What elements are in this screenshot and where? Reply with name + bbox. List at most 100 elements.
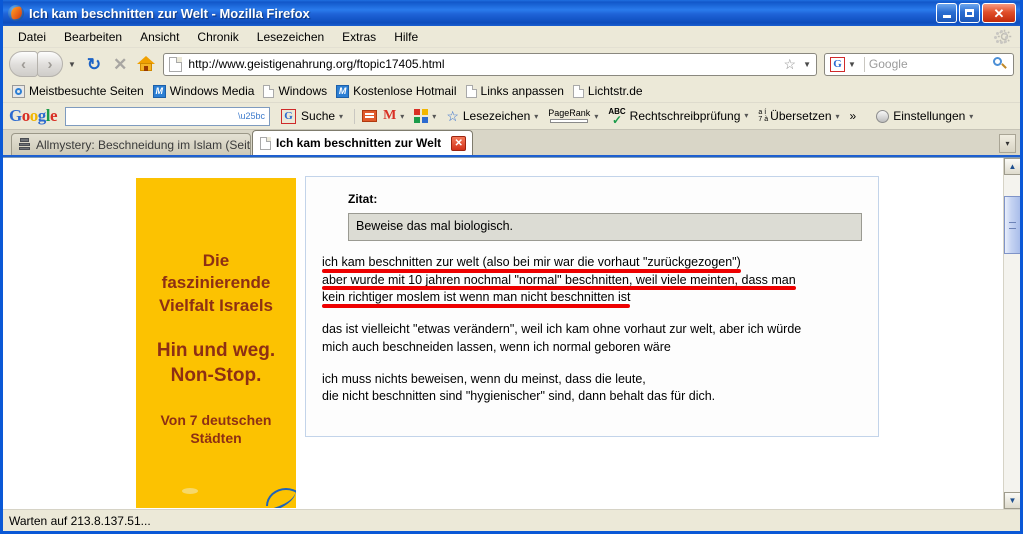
back-button[interactable]: ‹ [9,51,38,77]
star-icon: ☆ [446,107,459,124]
bookmark-windows-media[interactable]: M Windows Media [150,83,261,99]
tab-ich-kam-beschnitten-zur-welt[interactable]: Ich kam beschnitten zur Welt ✕ [252,130,474,155]
menu-bearbeiten-label: Bearbeiten [64,29,123,44]
stack-icon [19,138,31,151]
menu-extras[interactable]: Extras [333,28,385,46]
paragraph-three-line-1: ich muss nichts beweisen, wenn du meinst… [322,371,646,386]
search-input[interactable]: Google [869,57,993,71]
tab-allmystery[interactable]: Allmystery: Beschneidung im Islam (Seit.… [11,133,251,155]
google-einstellungen-button[interactable]: Einstellungen ▾ [873,109,980,123]
bookmark-label: Kostenlose Hotmail [353,84,457,98]
forward-button[interactable]: › [37,51,63,77]
close-button[interactable]: ✕ [982,3,1016,23]
chevron-down-icon[interactable]: ▾ [400,112,404,121]
ad-subheadline: Hin und weg. Non-Stop. [156,340,276,386]
menu-chronik[interactable]: Chronik [188,28,247,46]
tab-label: Allmystery: Beschneidung im Islam (Seit.… [36,137,251,152]
google-translate-button[interactable]: a í 7 à Übersetzen ▾ [755,109,846,123]
google-more-button[interactable]: » [847,109,860,123]
menu-hilfe-label: Hilfe [394,29,419,44]
scroll-down-button[interactable]: ▼ [1004,492,1020,509]
search-engine-dropdown-icon[interactable]: ▼ [848,60,856,69]
menu-chronik-label: Chronik [197,29,239,44]
toolbar-divider [354,108,356,124]
bookmark-label: Windows [278,84,328,98]
paragraph-two-line-1: das ist vielleicht "etwas verändern", we… [322,322,802,337]
vertical-scrollbar[interactable]: ▲ ▼ [1003,158,1020,509]
page-icon [260,136,271,150]
ad-footnote: Von 7 deutschen Städten [160,411,272,447]
window-controls: ✕ [936,3,1016,23]
chevron-down-icon[interactable]: ▾ [594,112,598,121]
bookmark-windows[interactable]: Windows [260,83,333,99]
chevron-down-icon[interactable]: ▾ [969,112,973,121]
google-news-button[interactable] [359,110,380,122]
menu-bearbeiten[interactable]: Bearbeiten [55,28,131,46]
bookmark-label: Meistbesuchte Seiten [29,84,144,98]
chevron-down-icon[interactable]: ▾ [836,112,840,121]
bookmark-links-anpassen[interactable]: Links anpassen [463,83,570,99]
menu-ansicht[interactable]: Ansicht [131,28,188,46]
google-search-input[interactable]: \u25bc [65,106,271,126]
search-magnifier-icon[interactable] [993,57,1007,71]
url-bar[interactable]: http://www.geistigenahrung.org/ftopic174… [163,52,817,76]
menu-bar: Datei Bearbeiten Ansicht Chronik Lesezei… [3,26,1020,48]
back-arrow-icon: ‹ [21,55,26,73]
browser-content: Die faszinierende Vielfalt Israels Hin u… [3,157,1020,509]
firefox-window: Ich kam beschnitten zur Welt - Mozilla F… [0,0,1023,534]
page-icon [465,84,477,98]
url-dropdown-icon[interactable]: ▼ [803,60,811,69]
google-suche-button[interactable]: G Suche ▾ [276,108,350,124]
bookmark-label: Links anpassen [480,84,564,98]
chevron-down-icon[interactable]: ▾ [534,112,538,121]
menu-datei[interactable]: Datei [9,28,55,46]
chevron-down-icon: ▾ [1005,139,1010,148]
scroll-up-button[interactable]: ▲ [1004,158,1020,175]
back-forward-group: ‹ › [9,51,63,77]
pagerank-indicator: PageRank [548,109,590,123]
page-icon [263,84,275,98]
menu-lesezeichen[interactable]: Lesezeichen [248,28,333,46]
minimize-button[interactable] [936,3,957,23]
tab-bar: Allmystery: Beschneidung im Islam (Seit.… [3,130,1020,157]
history-dropdown-icon[interactable]: ▼ [68,60,76,69]
stop-icon[interactable]: ✕ [113,56,127,73]
scrollbar-thumb[interactable] [1004,196,1020,254]
bookmark-star-icon[interactable]: ☆ [784,56,797,73]
home-icon[interactable] [137,56,156,72]
google-gmail-button[interactable]: M ▾ [380,109,411,123]
paragraph-three-line-2: die nicht beschnitten sind "hygienischer… [322,389,716,404]
google-apps-button[interactable]: ▾ [411,109,443,123]
chevron-down-icon[interactable]: ▾ [339,112,343,121]
pagerank-label: PageRank [548,108,591,118]
search-bar[interactable]: G ▼ Google [824,52,1014,76]
menu-hilfe[interactable]: Hilfe [385,28,427,46]
bookmark-lichtstr-de[interactable]: Lichtstr.de [570,83,649,99]
maximize-button[interactable] [959,3,980,23]
menu-lesezeichen-label: Lesezeichen [256,29,325,44]
apps-grid-icon [414,109,429,123]
google-lesezeichen-button[interactable]: ☆ Lesezeichen ▾ [443,108,545,125]
bookmark-label: Lichtstr.de [587,84,643,98]
chevron-down-icon[interactable]: ▾ [744,111,748,120]
scroll-down-icon: ▼ [1008,496,1017,505]
google-logo: Google [9,106,58,125]
news-icon [362,110,378,122]
paragraph-two-line-2: mich auch beschneiden lassen, wenn ich n… [322,339,671,354]
google-spellcheck-button[interactable]: ABC ✓ Rechtschreibprüfung ▾ [605,107,755,126]
navigation-toolbar: ‹ › ▼ ↻ ✕ http://www.geistigenahrung.org… [3,48,1020,80]
google-suche-label: Suche [301,109,336,123]
chevron-down-icon[interactable]: \u25bc [238,111,265,121]
google-pagerank-button[interactable]: PageRank ▾ [545,109,605,123]
ad-headline: Die faszinierende Vielfalt Israels [158,251,274,315]
bookmark-kostenlose-hotmail[interactable]: M Kostenlose Hotmail [333,83,462,99]
reload-icon[interactable]: ↻ [87,56,101,73]
tab-list-button[interactable]: ▾ [999,134,1016,153]
chevron-down-icon[interactable]: ▾ [432,112,436,121]
highlighted-paragraph: ich kam beschnitten zur welt (also bei m… [322,254,862,308]
bookmark-meistbesuchte-seiten[interactable]: Meistbesuchte Seiten [9,83,150,99]
google-search-engine-icon[interactable]: G [830,56,845,72]
tab-close-icon[interactable]: ✕ [451,135,467,151]
advertisement-banner[interactable]: Die faszinierende Vielfalt Israels Hin u… [136,178,296,508]
